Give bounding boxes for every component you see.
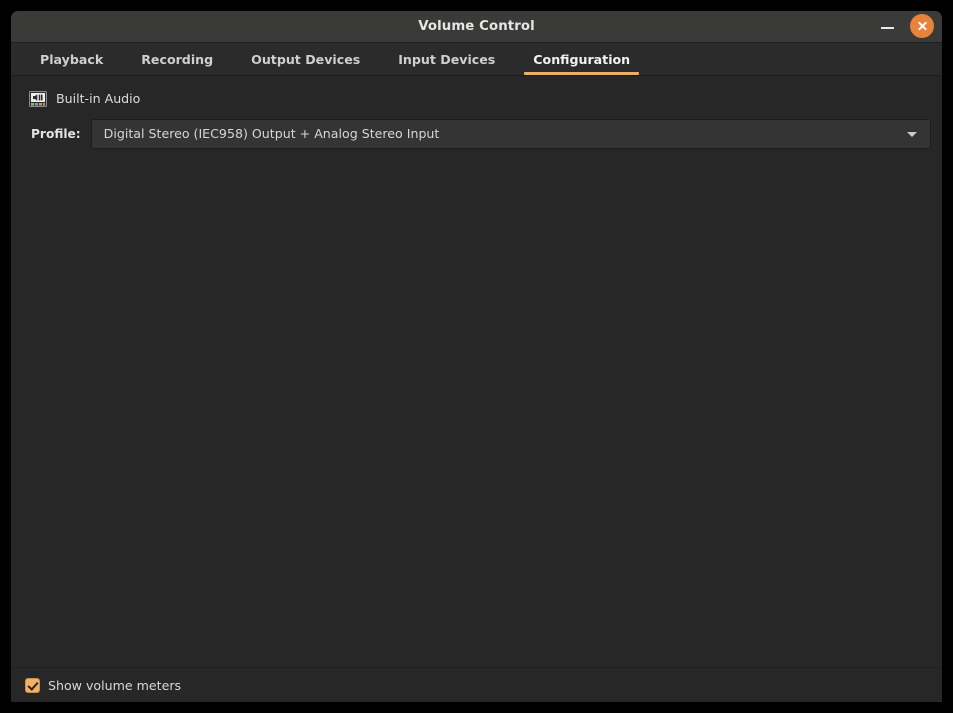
window-titlebar: Volume Control: [11, 11, 942, 43]
profile-label: Profile:: [31, 127, 81, 141]
close-button[interactable]: [909, 11, 935, 42]
device-header: Built-in Audio: [29, 88, 932, 109]
tab-configuration-label: Configuration: [533, 51, 631, 67]
profile-selected-value: Digital Stereo (IEC958) Output + Analog …: [103, 126, 440, 141]
profile-dropdown[interactable]: Digital Stereo (IEC958) Output + Analog …: [90, 119, 931, 149]
tab-configuration[interactable]: Configuration: [514, 43, 649, 75]
show-volume-meters-label[interactable]: Show volume meters: [48, 678, 181, 693]
minimize-button[interactable]: [872, 11, 902, 42]
volume-control-window: Volume Control Playback Recording Output…: [11, 11, 942, 702]
minimize-icon: [881, 27, 894, 29]
configuration-panel: Built-in Audio Profile: Digital Stereo (…: [11, 76, 942, 667]
audio-card-icon: [29, 90, 47, 107]
tab-playback-label: Playback: [40, 51, 104, 67]
close-icon: [910, 14, 934, 38]
tab-output-devices-label: Output Devices: [251, 51, 361, 67]
profile-row: Profile: Digital Stereo (IEC958) Output …: [31, 119, 932, 149]
footer-bar: Show volume meters: [11, 667, 942, 702]
tab-output-devices[interactable]: Output Devices: [232, 43, 379, 75]
chevron-down-icon: [907, 132, 917, 137]
tab-playback[interactable]: Playback: [21, 43, 122, 75]
tab-input-devices[interactable]: Input Devices: [379, 43, 514, 75]
window-title: Volume Control: [418, 19, 535, 34]
tab-recording-label: Recording: [141, 51, 214, 67]
tab-input-devices-label: Input Devices: [398, 51, 496, 67]
show-volume-meters-checkbox[interactable]: [25, 677, 40, 693]
tab-bar: Playback Recording Output Devices Input …: [11, 43, 942, 76]
device-name: Built-in Audio: [56, 91, 141, 106]
tab-recording[interactable]: Recording: [122, 43, 232, 75]
